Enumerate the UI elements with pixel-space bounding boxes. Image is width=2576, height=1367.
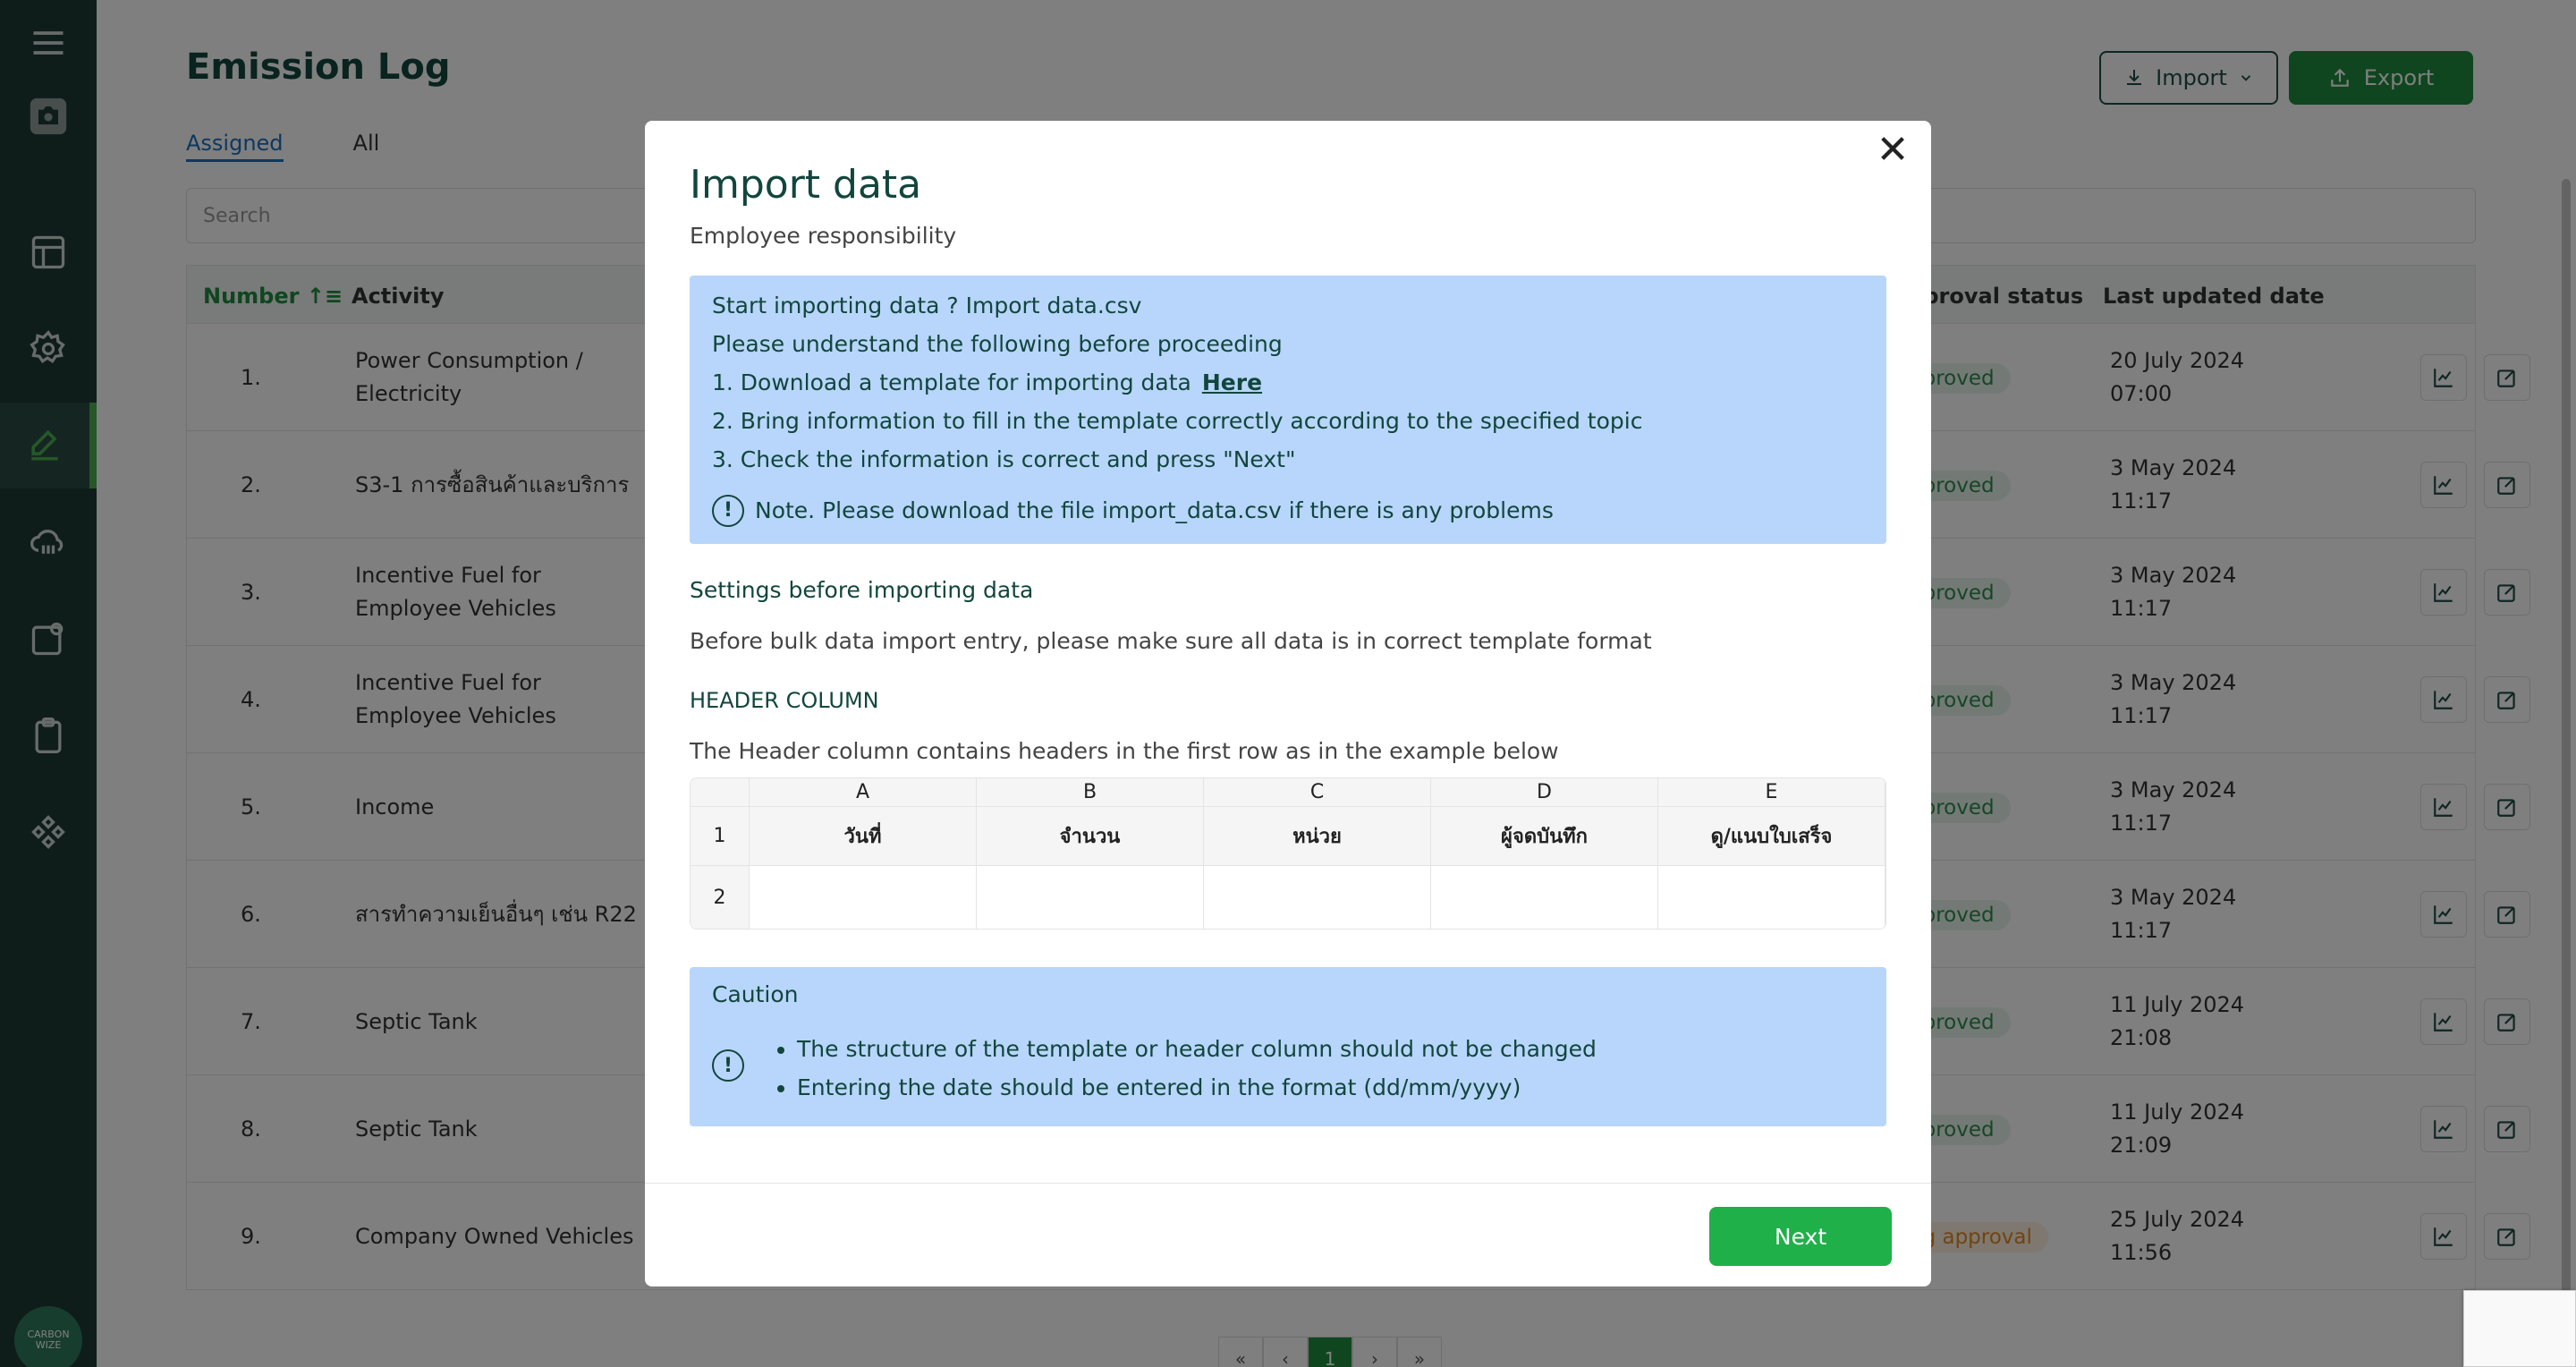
info-line: 2. Bring information to fill in the temp… xyxy=(712,408,1643,434)
sheet-header-cell: หน่วย xyxy=(1204,807,1431,866)
sheet-empty-cell xyxy=(1431,866,1658,929)
caution-box: Caution ! The structure of the template … xyxy=(690,967,1886,1126)
settings-description: Before bulk data import entry, please ma… xyxy=(690,628,1652,654)
caution-title: Caution xyxy=(712,981,799,1007)
exclamation-icon: ! xyxy=(712,494,744,527)
sheet-header-cell: จำนวน xyxy=(977,807,1204,866)
info-line: Start importing data ? Import data.csv xyxy=(712,293,1142,318)
sheet-header-cell: ผู้จดบันทึก xyxy=(1431,807,1658,866)
header-column-description: The Header column contains headers in th… xyxy=(690,738,1559,764)
settings-title: Settings before importing data xyxy=(690,577,1034,603)
sheet-header-cell: ดู/แนบใบเสร็จ xyxy=(1658,807,1885,866)
sheet-column-letter: C xyxy=(1204,778,1431,807)
sheet-column-letter: D xyxy=(1431,778,1658,807)
sheet-corner-cell xyxy=(691,778,750,807)
divider xyxy=(645,1183,1931,1184)
exclamation-icon: ! xyxy=(712,1049,744,1082)
info-note: ! Note. Please download the file import_… xyxy=(712,491,1864,530)
modal-subtitle: Employee responsibility xyxy=(690,223,957,249)
info-line: 3. Check the information is correct and … xyxy=(712,446,1296,472)
instructions-box: Start importing data ? Import data.csv P… xyxy=(690,276,1886,544)
header-column-title: HEADER COLUMN xyxy=(690,688,879,713)
sheet-column-letter: E xyxy=(1658,778,1885,807)
sheet-letter-row: A B C D E xyxy=(691,778,1885,807)
sheet-empty-cell xyxy=(977,866,1204,929)
sheet-column-letter: B xyxy=(977,778,1204,807)
sheet-column-letter: A xyxy=(750,778,977,807)
close-icon[interactable]: ✕ xyxy=(1870,128,1915,173)
example-sheet: A B C D E 1 วันที่ จำนวน หน่วย ผู้จดบันท… xyxy=(690,777,1886,930)
caution-list: The structure of the template or header … xyxy=(797,1030,1597,1107)
info-line: 1. Download a template for importing dat… xyxy=(712,369,1263,395)
sheet-row-number: 1 xyxy=(691,807,750,866)
recaptcha-badge[interactable] xyxy=(2463,1290,2576,1367)
sheet-empty-cell xyxy=(1658,866,1885,929)
next-button[interactable]: Next xyxy=(1709,1207,1892,1266)
sheet-row-number: 2 xyxy=(691,866,750,929)
info-line: Please understand the following before p… xyxy=(712,331,1283,357)
caution-item: Entering the date should be entered in t… xyxy=(797,1068,1597,1107)
template-download-link[interactable]: Here xyxy=(1202,369,1262,395)
sheet-empty-cell xyxy=(1204,866,1431,929)
sheet-header-cell: วันที่ xyxy=(750,807,977,866)
caution-item: The structure of the template or header … xyxy=(797,1030,1597,1068)
import-data-modal: ✕ Import data Employee responsibility St… xyxy=(645,121,1931,1286)
sheet-empty-row: 2 xyxy=(691,866,1885,929)
sheet-empty-cell xyxy=(750,866,977,929)
modal-title: Import data xyxy=(690,162,922,208)
sheet-header-row: 1 วันที่ จำนวน หน่วย ผู้จดบันทึก ดู/แนบใ… xyxy=(691,807,1885,866)
